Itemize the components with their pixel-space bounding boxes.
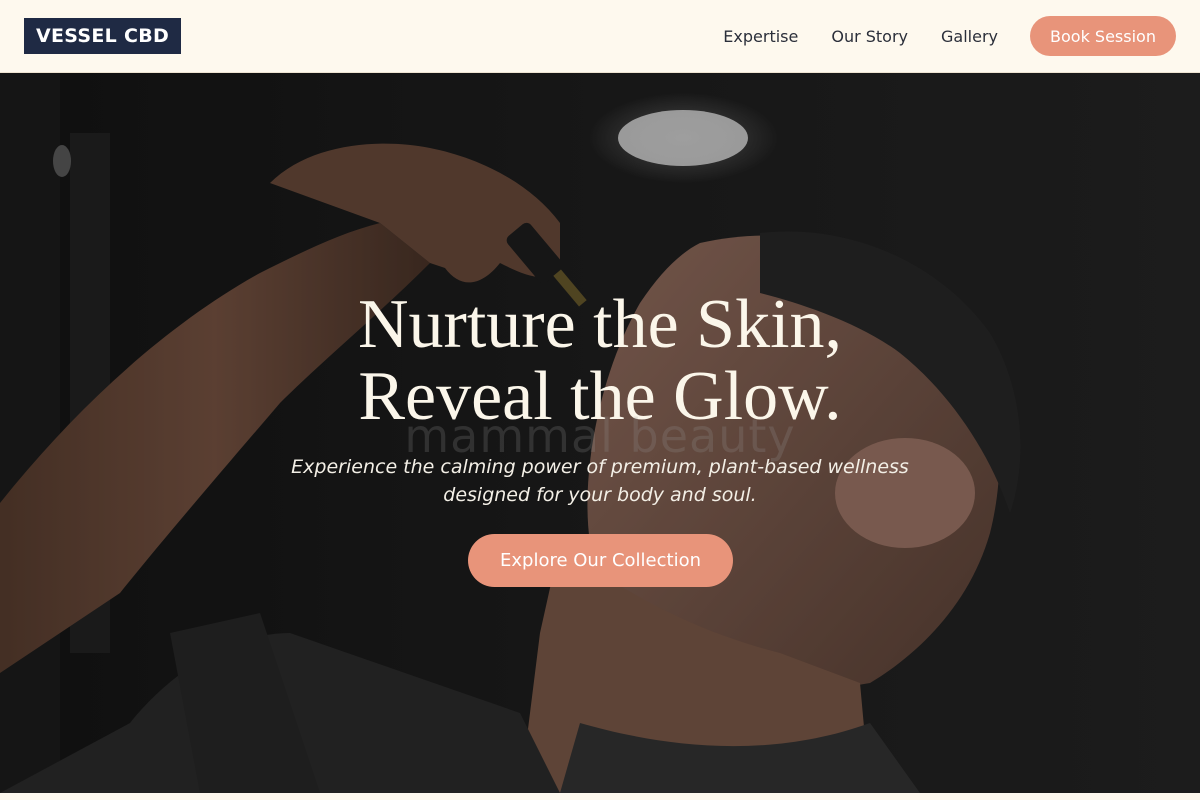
hero-headline-line-1: Nurture the Skin, <box>357 286 843 363</box>
hero-subtext-line-1: Experience the calming power of premium,… <box>291 456 909 478</box>
page-bottom-strip <box>0 793 1200 800</box>
hero-section: Nurture the Skin, Reveal the Glow. mamma… <box>0 73 1200 793</box>
top-navbar: VESSEL CBD Expertise Our Story Gallery B… <box>0 0 1200 73</box>
explore-collection-button[interactable]: Explore Our Collection <box>468 534 733 587</box>
nav-menu: Expertise Our Story Gallery Book Session <box>723 16 1176 56</box>
nav-link-our-story[interactable]: Our Story <box>831 27 908 46</box>
book-session-button[interactable]: Book Session <box>1030 16 1176 56</box>
nav-link-gallery[interactable]: Gallery <box>941 27 998 46</box>
hero-content: Nurture the Skin, Reveal the Glow. mamma… <box>0 73 1200 793</box>
brand-logo[interactable]: VESSEL CBD <box>24 18 182 54</box>
hero-subtext: Experience the calming power of premium,… <box>250 453 950 509</box>
hero-subtext-line-2: designed for your body and soul. <box>443 484 757 506</box>
nav-link-expertise[interactable]: Expertise <box>723 27 798 46</box>
